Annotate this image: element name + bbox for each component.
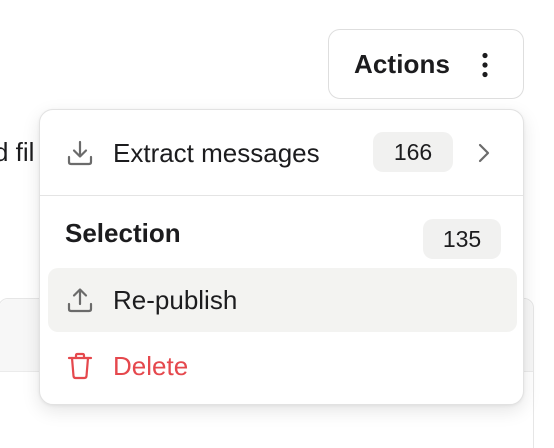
extract-count-badge: 166 bbox=[373, 132, 453, 172]
delete-label: Delete bbox=[113, 350, 189, 381]
menu-divider bbox=[40, 195, 523, 196]
menu-item-republish[interactable]: Re-publish bbox=[48, 268, 517, 332]
trash-icon bbox=[67, 352, 93, 380]
upload-icon bbox=[67, 288, 93, 313]
selection-count-badge: 135 bbox=[423, 219, 501, 259]
menu-item-extract-messages[interactable]: Extract messages 166 bbox=[40, 110, 523, 196]
menu-item-delete[interactable]: Delete bbox=[48, 334, 517, 398]
extract-messages-label: Extract messages bbox=[113, 137, 320, 168]
actions-button[interactable]: Actions bbox=[328, 29, 524, 99]
chevron-right-icon bbox=[478, 143, 490, 163]
download-icon bbox=[67, 140, 93, 166]
page: d fil Actions Extract messages 166 Selec… bbox=[0, 0, 554, 448]
selection-section-title: Selection bbox=[65, 218, 181, 248]
kebab-vertical-icon bbox=[482, 52, 488, 78]
actions-button-label: Actions bbox=[354, 48, 451, 79]
republish-label: Re-publish bbox=[113, 284, 238, 315]
actions-dropdown-menu: Extract messages 166 Selection 135 Re-pu… bbox=[39, 109, 524, 405]
background-text-fragment: d fil bbox=[0, 137, 35, 167]
